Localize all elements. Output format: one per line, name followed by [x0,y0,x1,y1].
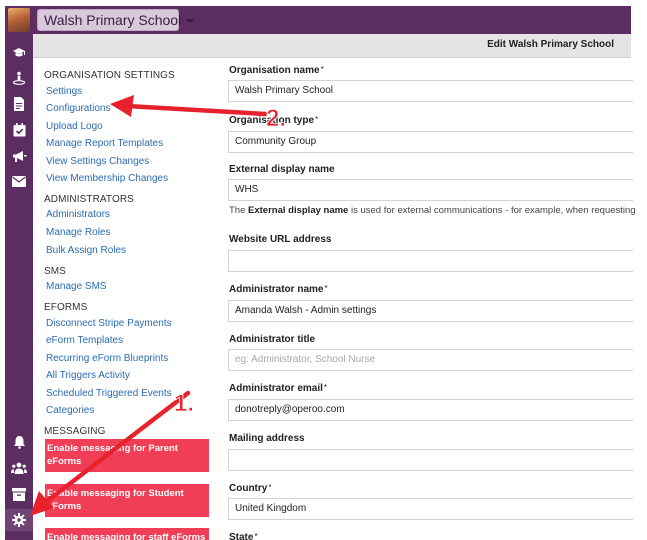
nav-link-configurations[interactable]: Configurations [46,103,110,114]
nav-heading-eforms: EFORMS [44,302,88,313]
nav-link-manage-report-templates[interactable]: Manage Report Templates [46,138,163,149]
display-name-label: External display name [229,164,335,175]
person-location-icon[interactable] [5,67,33,89]
admin-name-label: Administrator name* [229,284,328,295]
org-name-label: Organisation name* [229,65,324,76]
bell-icon[interactable] [5,431,33,453]
nav-link-manage-sms[interactable]: Manage SMS [46,281,107,292]
display-name-input[interactable]: WHS [228,179,633,201]
nav-link-scheduled-triggered-events[interactable]: Scheduled Triggered Events [46,388,172,399]
admin-title-input[interactable]: eg: Administrator, School Nurse [228,349,633,371]
nav-link-upload-logo[interactable]: Upload Logo [46,121,103,132]
document-icon[interactable] [5,93,33,115]
archive-icon[interactable] [5,483,33,505]
nav-link-disconnect-stripe[interactable]: Disconnect Stripe Payments [46,318,172,329]
nav-link-categories[interactable]: Categories [46,405,94,416]
enable-parent-eforms-button[interactable]: Enable messaging for Parent eForms [45,439,209,472]
admin-email-label: Administrator email* [229,383,328,394]
website-input[interactable] [228,250,633,272]
nav-link-view-membership-changes[interactable]: View Membership Changes [46,173,168,184]
org-type-select[interactable]: Community Group [228,131,633,153]
calendar-check-icon[interactable] [5,119,33,141]
org-name-input[interactable]: Walsh Primary School [228,80,633,102]
graduation-cap-icon[interactable] [5,42,33,64]
nav-heading-organisation: ORGANISATION SETTINGS [44,70,175,81]
nav-heading-messaging: MESSAGING [44,426,106,437]
enable-staff-eforms-button[interactable]: Enable messaging for staff eForms [45,528,209,540]
enable-student-eforms-button[interactable]: Enable messaging for Student eForms [45,484,209,517]
mailing-address-input[interactable] [228,449,633,471]
icon-rail [5,6,33,540]
nav-link-administrators[interactable]: Administrators [46,209,110,220]
nav-link-manage-roles[interactable]: Manage Roles [46,227,110,238]
admin-title-label: Administrator title [229,334,316,345]
organisation-logo[interactable] [8,8,30,32]
nav-link-all-triggers-activity[interactable]: All Triggers Activity [46,370,130,381]
megaphone-icon[interactable] [5,145,33,167]
org-type-label: Organisation type* [229,115,319,126]
nav-link-bulk-assign-roles[interactable]: Bulk Assign Roles [46,245,126,256]
nav-heading-sms: SMS [44,266,66,277]
edit-organisation-form: Organisation name* Walsh Primary School … [228,0,636,540]
state-label: State* [229,532,258,540]
nav-link-view-settings-changes[interactable]: View Settings Changes [46,156,149,167]
nav-link-settings[interactable]: Settings [46,86,82,97]
country-select[interactable]: United Kingdom [228,498,633,520]
admin-name-input[interactable]: Amanda Walsh - Admin settings [228,300,633,322]
admin-email-input[interactable]: donotreply@operoo.com [228,399,633,421]
country-label: Country* [229,483,272,494]
gear-icon[interactable] [5,509,33,531]
users-icon[interactable] [5,457,33,479]
settings-nav: ORGANISATION SETTINGS Settings Configura… [44,0,219,540]
nav-link-eform-templates[interactable]: eForm Templates [46,335,123,346]
mailing-address-label: Mailing address [229,433,305,444]
app-window: Walsh Primary School Edit Walsh Primary … [0,0,647,540]
nav-link-recurring-blueprints[interactable]: Recurring eForm Blueprints [46,353,168,364]
envelope-icon[interactable] [5,170,33,192]
display-name-help: The External display name is used for ex… [229,205,636,216]
website-label: Website URL address [229,234,332,245]
nav-heading-administrators: ADMINISTRATORS [44,194,134,205]
